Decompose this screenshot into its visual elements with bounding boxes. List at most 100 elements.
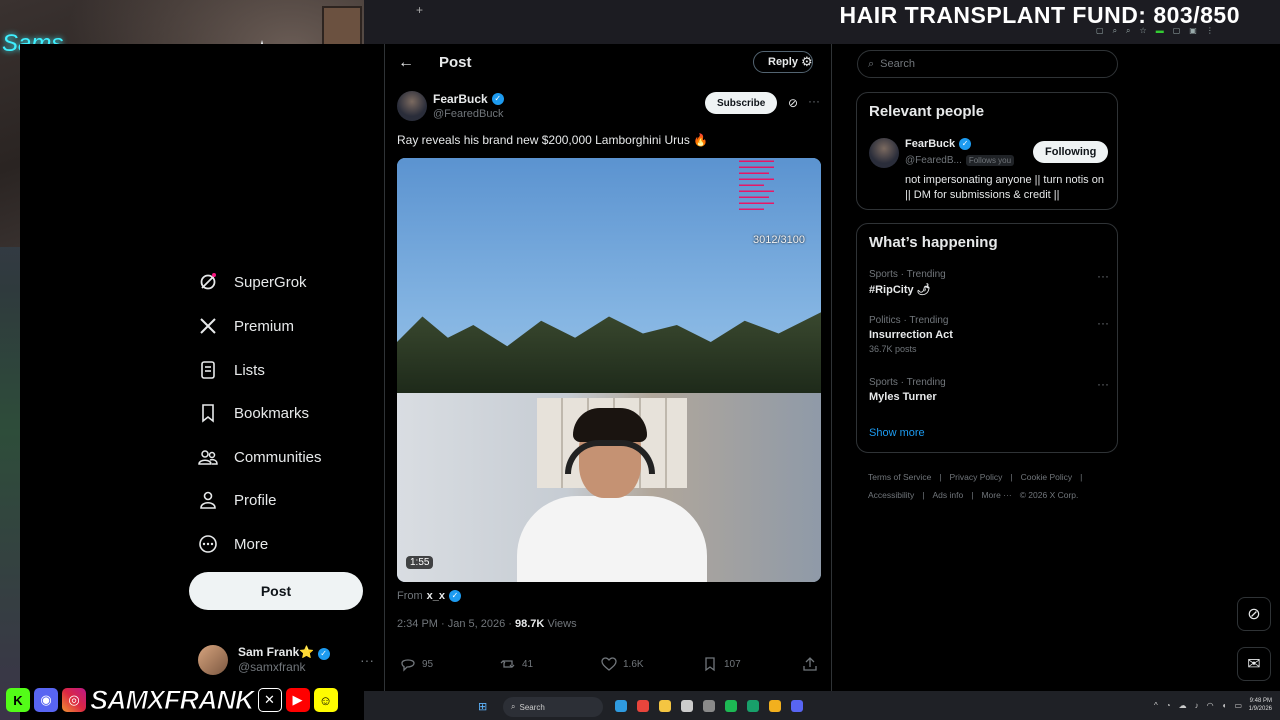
author-handle[interactable]: @FearedBuck: [433, 108, 503, 120]
grok-icon: [200, 273, 216, 290]
edge-icon[interactable]: [615, 700, 627, 712]
nav-label: Lists: [234, 361, 265, 379]
more-options-icon[interactable]: ···: [808, 94, 820, 108]
post-button[interactable]: Post: [189, 572, 363, 610]
trend-item[interactable]: Sports · Trending Myles Turner: [869, 377, 946, 403]
author-name[interactable]: FearBuck ✓: [433, 92, 504, 106]
taskbar-apps: [615, 700, 803, 712]
page-title: Post: [439, 54, 472, 71]
trend-item[interactable]: Sports · Trending #RipCity 🌶: [869, 269, 946, 296]
reply-count: 95: [422, 658, 434, 670]
tab-icon[interactable]: ▣: [1189, 26, 1197, 36]
folder-icon[interactable]: [659, 700, 671, 712]
chrome-icon[interactable]: [637, 700, 649, 712]
x-logo-icon: [200, 318, 216, 334]
spotify-icon[interactable]: [725, 700, 737, 712]
footer-link[interactable]: Terms of Service: [868, 472, 931, 482]
bookmark-action[interactable]: 107: [702, 656, 741, 672]
windows-start-icon[interactable]: ⊞: [478, 700, 487, 713]
share-action[interactable]: [802, 656, 818, 672]
sliders-icon[interactable]: ⚙: [801, 54, 813, 70]
trend-more-icon[interactable]: ···: [1097, 377, 1109, 391]
back-arrow-icon[interactable]: ←: [398, 54, 414, 72]
following-button[interactable]: Following: [1033, 141, 1109, 163]
grok-explain-icon[interactable]: ⊘: [788, 96, 798, 110]
taskbar-search-label: Search: [519, 702, 545, 712]
green-extension-icon[interactable]: ▬: [1156, 26, 1164, 36]
avatar[interactable]: [869, 138, 899, 168]
battery-icon[interactable]: ▭: [1234, 701, 1242, 710]
messages-icon[interactable]: ✉: [1237, 647, 1271, 681]
network-icon[interactable]: ◔: [1166, 701, 1171, 710]
like-action[interactable]: 1.6K: [601, 656, 644, 672]
nav-item-communities[interactable]: Communities: [198, 447, 322, 467]
trend-title: #RipCity 🌶: [869, 284, 931, 296]
discord-icon[interactable]: [791, 700, 803, 712]
relevant-person-handle: @FearedB... Follows you: [905, 155, 1015, 166]
app-icon[interactable]: [747, 700, 759, 712]
taskbar-search[interactable]: ⌕ Search: [503, 697, 603, 717]
chevron-up-icon[interactable]: ^: [1154, 701, 1158, 710]
repost-action[interactable]: 41: [500, 656, 533, 672]
cloud-icon[interactable]: ☁: [1179, 701, 1187, 710]
footer-link[interactable]: Accessibility: [868, 490, 914, 500]
bookmark-icon: [202, 404, 214, 423]
nav-item-lists[interactable]: Lists: [198, 360, 265, 380]
subscribe-button[interactable]: Subscribe: [705, 92, 778, 114]
from-attribution: From x_x ✓: [397, 590, 462, 602]
relevant-person-name[interactable]: FearBuck ✓: [905, 138, 972, 150]
bookmark-count: 107: [724, 658, 741, 670]
store-icon[interactable]: [681, 700, 693, 712]
nav-item-supergrok[interactable]: SuperGrok: [198, 272, 307, 292]
footer-link[interactable]: Cookie Policy: [1021, 472, 1073, 482]
settings-icon[interactable]: [703, 700, 715, 712]
search-input[interactable]: ⌕ Search: [857, 50, 1118, 78]
search-icon[interactable]: ⌕: [1126, 26, 1130, 36]
download-icon[interactable]: ▢: [1173, 26, 1181, 36]
trend-category: Sports · Trending: [869, 269, 946, 280]
menu-icon[interactable]: ⋮: [1206, 26, 1214, 36]
account-switcher[interactable]: Sam Frank⭐ ✓ @samxfrank: [198, 645, 330, 675]
nav-item-more[interactable]: More: [198, 534, 268, 554]
card-title: What’s happening: [869, 234, 998, 251]
trend-item[interactable]: Politics · Trending Insurrection Act 36.…: [869, 315, 953, 354]
mic-icon[interactable]: ♪: [1195, 701, 1199, 710]
trend-more-icon[interactable]: ···: [1097, 269, 1109, 283]
relevant-person-bio: not impersonating anyone || turn notis o…: [905, 174, 1104, 201]
more-circle-icon: [199, 535, 217, 553]
nav-item-bookmarks[interactable]: Bookmarks: [198, 403, 309, 423]
star-icon[interactable]: ☆: [1140, 26, 1147, 36]
account-more-icon[interactable]: ···: [360, 652, 374, 668]
taskbar-clock[interactable]: 9:48 PM 1/9/2026: [1249, 697, 1272, 713]
heart-icon: [601, 657, 617, 671]
list-icon: [201, 361, 215, 379]
grok-floating-icon[interactable]: ⊘: [1237, 597, 1271, 631]
volume-icon[interactable]: ◖: [1222, 701, 1227, 710]
wifi-icon[interactable]: ◠: [1207, 701, 1214, 710]
repost-icon: [500, 660, 515, 668]
trend-more-icon[interactable]: ···: [1097, 316, 1109, 330]
footer-separator: |: [1010, 472, 1013, 482]
chrome-icon[interactable]: [769, 700, 781, 712]
search-icon: ⌕: [868, 57, 875, 70]
new-tab-icon[interactable]: +: [416, 3, 423, 17]
from-user[interactable]: x_x: [427, 590, 445, 602]
nav-item-premium[interactable]: Premium: [198, 316, 294, 336]
views-count: 98.7K: [515, 618, 545, 630]
nav-item-profile[interactable]: Profile: [198, 490, 277, 510]
clock-date: 1/9/2026: [1248, 706, 1272, 712]
video-player[interactable]: ▬▬▬▬▬▬▬ ▬▬▬▬▬▬▬ ▬▬▬▬▬▬ ▬▬▬▬▬▬▬ ▬▬▬▬▬ ▬▬▬▬▬▬▬ ▬…: [397, 158, 821, 582]
post-timestamp[interactable]: 2:34 PM · Jan 5, 2026 ·: [397, 618, 515, 630]
footer-link[interactable]: Privacy Policy: [950, 472, 1003, 482]
video-counter: 3012/3100: [753, 234, 805, 246]
zoom-icon[interactable]: ⌕: [1113, 26, 1117, 36]
footer-link[interactable]: More ···: [981, 490, 1011, 500]
author-avatar[interactable]: [397, 91, 427, 121]
show-more-link[interactable]: Show more: [869, 427, 925, 439]
reply-action[interactable]: 95: [400, 656, 433, 672]
footer-link[interactable]: Ads info: [933, 490, 964, 500]
windows-taskbar: [364, 691, 1280, 720]
extension-icon[interactable]: ▢: [1096, 26, 1104, 36]
repost-count: 41: [522, 658, 534, 670]
footer-separator: |: [922, 490, 925, 500]
